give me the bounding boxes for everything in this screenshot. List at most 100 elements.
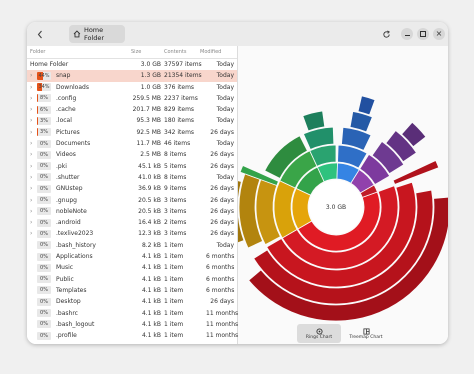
folder-row[interactable]: 0% .bash_logout 4.1 kB 1 item 11 months [27, 319, 238, 330]
column-contents[interactable]: Contents [164, 49, 187, 55]
folder-modified: Today [216, 140, 234, 148]
folder-row[interactable]: › 0% .texlive2023 12.3 kB 3 items 26 days [27, 228, 237, 239]
expander-icon[interactable]: › [30, 72, 32, 79]
expander-icon[interactable]: › [30, 219, 32, 226]
folder-size: 95.3 MB [136, 117, 161, 125]
percent-label: 0% [40, 287, 48, 294]
folder-contents: 8 items [164, 173, 187, 181]
percent-label: 0% [40, 264, 48, 271]
rings-chart-button[interactable]: Rings Chart [297, 324, 341, 343]
percent-badge: 0% [37, 196, 51, 205]
folder-modified: Today [216, 117, 234, 125]
expander-icon[interactable]: › [30, 117, 32, 124]
root-size: 3.0 GB [140, 61, 161, 68]
folder-modified: Today [216, 83, 234, 91]
folder-size: 201.7 MB [132, 106, 161, 114]
column-folder[interactable]: Folder [30, 49, 45, 55]
folder-modified: Today [216, 241, 234, 249]
expander-icon[interactable]: › [30, 163, 32, 170]
percent-label: 0% [40, 242, 48, 249]
folder-row[interactable]: › 8% .config 259.5 MB 2237 items Today [27, 93, 237, 104]
column-modified[interactable]: Modified [200, 49, 221, 55]
folder-name: Templates [56, 286, 87, 294]
folder-row[interactable]: › 0% GNUstep 36.9 kB 9 items 26 days [27, 183, 237, 194]
folder-contents: 1 item [164, 253, 184, 261]
folder-modified: 26 days [210, 207, 234, 215]
expander-icon[interactable]: › [30, 174, 32, 181]
percent-label: 0% [40, 140, 48, 147]
expander-icon[interactable]: › [30, 106, 32, 113]
folder-row[interactable]: › 0% .shutter 41.0 kB 8 items Today [27, 172, 237, 183]
folder-modified: 6 months [206, 253, 235, 261]
expander-icon[interactable]: › [30, 230, 32, 237]
folder-contents: 8 items [164, 151, 187, 159]
ring-segment[interactable] [357, 95, 376, 116]
folder-row[interactable]: 0% Applications 4.1 kB 1 item 6 months [27, 251, 237, 262]
folder-row[interactable]: › 0% Videos 2.5 MB 8 items 26 days [27, 149, 237, 160]
folder-name: Public [56, 275, 74, 283]
folder-list: Folder Size Contents Modified Home Folde… [27, 46, 238, 344]
percent-label: 0% [40, 230, 48, 237]
folder-contents: 1 item [164, 320, 184, 328]
column-size[interactable]: Size [131, 49, 141, 55]
chevron-left-icon [37, 30, 42, 38]
expander-icon[interactable]: › [30, 151, 32, 158]
folder-modified: 26 days [210, 230, 234, 238]
expander-icon[interactable]: › [30, 208, 32, 215]
folder-modified: Today [216, 72, 234, 80]
folder-size: 20.5 kB [138, 207, 161, 215]
folder-name: Applications [56, 253, 93, 261]
folder-name: .profile [56, 332, 77, 340]
percent-badge: 3% [37, 128, 51, 137]
ring-segment[interactable] [302, 110, 326, 132]
folder-row[interactable]: › 0% .gnupg 20.5 kB 3 items 26 days [27, 195, 237, 206]
folder-name: Documents [56, 140, 91, 148]
folder-contents: 2 items [164, 219, 187, 227]
back-button[interactable] [33, 26, 47, 42]
folder-modified: 6 months [206, 264, 235, 272]
folder-row[interactable]: › 44% snap 1.3 GB 21354 items Today [27, 70, 237, 82]
folder-size: 2.5 MB [140, 151, 161, 159]
close-button[interactable]: × [433, 28, 445, 40]
percent-badge: 34% [37, 83, 51, 92]
root-row[interactable]: Home Folder 3.0 GB 37597 items Today [27, 59, 237, 70]
rings-chart[interactable]: 3.0 GB [221, 46, 448, 344]
percent-label: 0% [40, 310, 48, 317]
expander-icon[interactable]: › [30, 140, 32, 147]
folder-row[interactable]: 0% Music 4.1 kB 1 item 6 months [27, 262, 237, 273]
folder-size: 8.2 kB [141, 241, 161, 249]
root-modified: Today [216, 61, 234, 68]
folder-name: snap [56, 72, 71, 80]
folder-row[interactable]: › 0% Documents 11.7 MB 46 items Today [27, 138, 237, 149]
location-button[interactable]: Home Folder [69, 25, 125, 43]
percent-badge: 0% [37, 252, 51, 261]
folder-row[interactable]: 0% .profile 4.1 kB 1 item 11 months [27, 330, 238, 341]
expander-icon[interactable]: › [30, 197, 32, 204]
folder-row[interactable]: 0% .bashrc 4.1 kB 1 item 11 months [27, 308, 238, 319]
folder-contents: 21354 items [164, 72, 202, 80]
expander-icon[interactable]: › [30, 84, 32, 91]
expander-icon[interactable]: › [30, 129, 32, 136]
folder-row[interactable]: › 0% .pki 45.1 kB 5 items 26 days [27, 161, 237, 172]
minimize-button[interactable] [401, 28, 413, 40]
folder-row[interactable]: › 3% .local 95.3 MB 180 items Today [27, 115, 237, 126]
folder-row[interactable]: 0% .bash_history 8.2 kB 1 item Today [27, 240, 237, 251]
percent-badge: 0% [37, 173, 51, 182]
folder-row[interactable]: 0% Public 4.1 kB 1 item 6 months [27, 274, 237, 285]
folder-row[interactable]: 0% Templates 4.1 kB 1 item 6 months [27, 285, 237, 296]
folder-row[interactable]: › 0% nobleNote 20.5 kB 3 items 26 days [27, 206, 237, 217]
expander-icon[interactable]: › [30, 95, 32, 102]
percent-badge: 0% [37, 184, 51, 193]
folder-row[interactable]: › 0% .android 16.4 kB 2 items 26 days [27, 217, 237, 228]
percent-badge: 0% [37, 331, 51, 340]
refresh-button[interactable] [379, 26, 393, 42]
maximize-button[interactable] [417, 28, 429, 40]
folder-row[interactable]: 0% Desktop 4.1 kB 1 item 26 days [27, 296, 237, 307]
treemap-chart-button[interactable]: Treemap Chart [344, 324, 388, 343]
folder-contents: 1 item [164, 298, 184, 306]
folder-row[interactable]: › 3% Pictures 92.5 MB 342 items 26 days [27, 127, 237, 138]
folder-row[interactable]: › 6% .cache 201.7 MB 829 items Today [27, 104, 237, 115]
folder-row[interactable]: › 34% Downloads 1.0 GB 376 items Today [27, 82, 237, 93]
folder-name: GNUstep [56, 185, 83, 193]
expander-icon[interactable]: › [30, 185, 32, 192]
